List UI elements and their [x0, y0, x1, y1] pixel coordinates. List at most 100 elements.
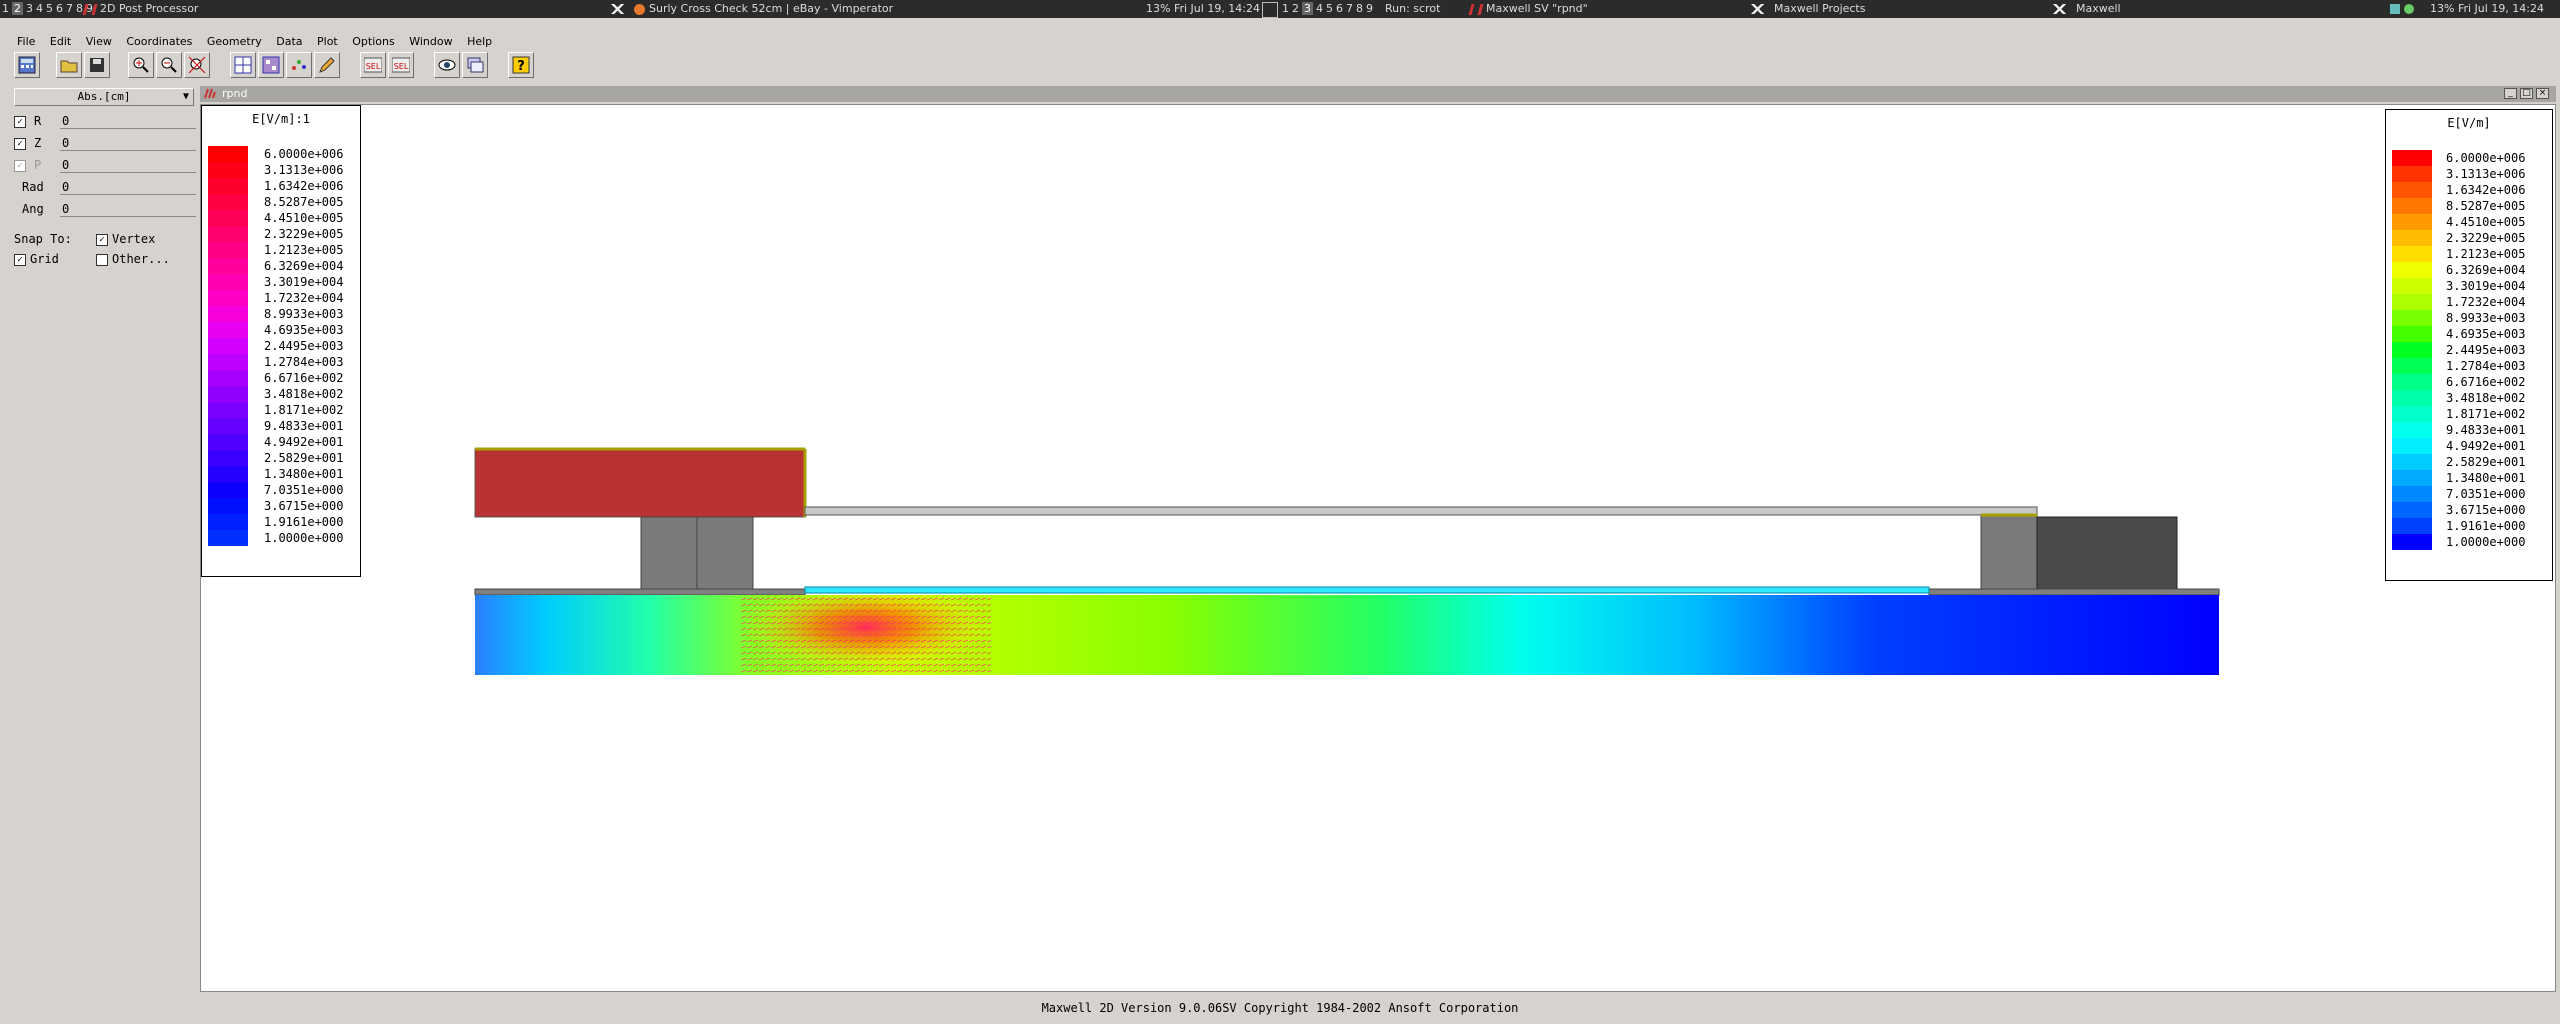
menu-options[interactable]: Options	[352, 35, 394, 48]
grid-icon	[1262, 2, 1278, 18]
menu-coordinates[interactable]: Coordinates	[126, 35, 192, 48]
workspace-4[interactable]: 4	[36, 2, 43, 15]
vertex-option[interactable]: ✓ Vertex	[96, 232, 155, 246]
snap-to-label: Snap To:	[14, 232, 72, 246]
menu-window[interactable]: Window	[409, 35, 452, 48]
help-button[interactable]: ?	[508, 52, 534, 78]
legend-magnitude: E[V/m] 6.0000e+006 3.1313e+006 1.6342e+006…	[2385, 109, 2553, 581]
taskbar-status-right: 13% Fri Jul 19, 14:24	[2430, 2, 2545, 15]
legend-swatch	[2392, 486, 2432, 502]
maxwell-icon	[1468, 3, 1484, 15]
legend-swatch	[2392, 166, 2432, 182]
open-button[interactable]	[56, 52, 82, 78]
menu-edit[interactable]: Edit	[50, 35, 71, 48]
zoom-out-button[interactable]	[156, 52, 182, 78]
field-region	[475, 595, 2219, 675]
workspace-1[interactable]: 1	[2, 2, 9, 15]
workspace-7[interactable]: 7	[1346, 2, 1353, 15]
maximize-button[interactable]: □	[2520, 88, 2533, 99]
workspace-2[interactable]: 2	[1292, 2, 1299, 15]
legend-value: 1.2123e+005	[2446, 247, 2526, 261]
workspace-3[interactable]: 3	[26, 2, 33, 15]
workspace-2[interactable]: 2	[12, 2, 23, 15]
close-button[interactable]: ×	[2536, 88, 2549, 99]
select-icon: SEL	[364, 57, 382, 73]
workspace-6[interactable]: 6	[1336, 2, 1343, 15]
scatter-button[interactable]	[286, 52, 312, 78]
coordinate-system-select[interactable]: Abs.[cm] ▼	[14, 88, 194, 106]
workspace-4[interactable]: 4	[1316, 2, 1323, 15]
legend-swatch	[2392, 278, 2432, 294]
legend-value: 3.1313e+006	[2446, 167, 2526, 181]
legend-swatch	[2392, 502, 2432, 518]
z-checkbox[interactable]: ✓	[14, 137, 26, 150]
legend-value: 8.5287e+005	[2446, 199, 2526, 213]
menu-geometry[interactable]: Geometry	[207, 35, 262, 48]
r-field[interactable]: 0	[60, 114, 202, 129]
taskbar-window-maxwell-sv[interactable]: Maxwell SV "rpnd"	[1468, 0, 1588, 18]
grid-checkbox[interactable]: ✓	[14, 253, 26, 266]
visibility-button[interactable]	[434, 52, 460, 78]
layers-button[interactable]	[462, 52, 488, 78]
z-field[interactable]: 0	[60, 136, 202, 151]
menu-bar: File Edit View Coordinates Geometry Data…	[0, 34, 497, 50]
menu-file[interactable]: File	[17, 35, 35, 48]
other-checkbox[interactable]	[96, 253, 108, 266]
legend-value: 3.6715e+000	[2446, 503, 2526, 517]
legend-value: 9.4833e+001	[2446, 423, 2526, 437]
matrix-button[interactable]	[258, 52, 284, 78]
calculator-button[interactable]	[14, 52, 40, 78]
legend-swatch	[2392, 214, 2432, 230]
taskbar-window-maxwell[interactable]: Maxwell	[2050, 0, 2121, 18]
select-all-button[interactable]: SEL	[388, 52, 414, 78]
vertex-checkbox[interactable]: ✓	[96, 233, 108, 246]
taskbar-window-maxwell-projects[interactable]: Maxwell Projects	[1748, 0, 1865, 18]
geometry-plot	[474, 447, 2220, 675]
taskbar-window-post-processor[interactable]: 2D Post Processor	[82, 0, 198, 18]
workspace-5[interactable]: 5	[46, 2, 53, 15]
select-label: SEL	[366, 62, 381, 71]
workspace-7[interactable]: 7	[66, 2, 73, 15]
save-button[interactable]	[84, 52, 110, 78]
workspace-1[interactable]: 1	[1282, 2, 1289, 15]
base-plate-left	[474, 588, 806, 596]
tray-icons	[2390, 0, 2418, 18]
coordinate-panel: Abs.[cm] ▼ ✓ R 0 ✓ Z 0 ✓ P 0 Rad 0 Ang 0…	[6, 84, 202, 984]
select-button[interactable]: SEL	[360, 52, 386, 78]
taskbar-window-browser[interactable]: Surly Cross Check 52cm | eBay - Vimperat…	[608, 0, 893, 18]
minimize-button[interactable]: _	[2504, 88, 2517, 99]
workspace-5[interactable]: 5	[1326, 2, 1333, 15]
rad-field[interactable]: 0	[60, 180, 202, 195]
status-bar: Maxwell 2D Version 9.0.06SV Copyright 19…	[1041, 1001, 1519, 1015]
workspace-switcher-left[interactable]: 123456789	[2, 0, 96, 18]
grid-button[interactable]	[230, 52, 256, 78]
plot-canvas[interactable]: E[V/m]:1 6.0000e+006 3.1313e+006 1.6342e+0…	[200, 104, 2556, 992]
legend-swatch	[2392, 342, 2432, 358]
legend-value: 1.9161e+000	[2446, 519, 2526, 533]
zoom-in-icon	[133, 57, 149, 73]
legend-value: 1.7232e+004	[2446, 295, 2526, 309]
menu-plot[interactable]: Plot	[317, 35, 338, 48]
legend-value: 6.3269e+004	[2446, 263, 2526, 277]
zoom-fit-button[interactable]	[184, 52, 210, 78]
workspace-6[interactable]: 6	[56, 2, 63, 15]
legend-swatch	[2392, 198, 2432, 214]
pencil-button[interactable]	[314, 52, 340, 78]
legend-swatch	[2392, 150, 2432, 166]
child-window-titlebar[interactable]: rpnd _ □ ×	[200, 86, 2556, 102]
grid-option[interactable]: ✓ Grid	[14, 252, 59, 266]
menu-help[interactable]: Help	[467, 35, 492, 48]
zoom-in-button[interactable]	[128, 52, 154, 78]
layers-icon	[467, 57, 484, 73]
other-option[interactable]: Other...	[96, 252, 170, 266]
menu-view[interactable]: View	[86, 35, 112, 48]
menu-data[interactable]: Data	[276, 35, 302, 48]
ang-field[interactable]: 0	[60, 202, 202, 217]
workspace-switcher-right[interactable]: 123456789	[1282, 0, 1376, 18]
r-checkbox[interactable]: ✓	[14, 115, 26, 128]
workspace-8[interactable]: 8	[1356, 2, 1363, 15]
left-pillar-2	[696, 516, 754, 594]
workspace-3[interactable]: 3	[1302, 2, 1313, 15]
workspace-9[interactable]: 9	[1366, 2, 1373, 15]
legend-value: 8.9933e+003	[2446, 311, 2526, 325]
